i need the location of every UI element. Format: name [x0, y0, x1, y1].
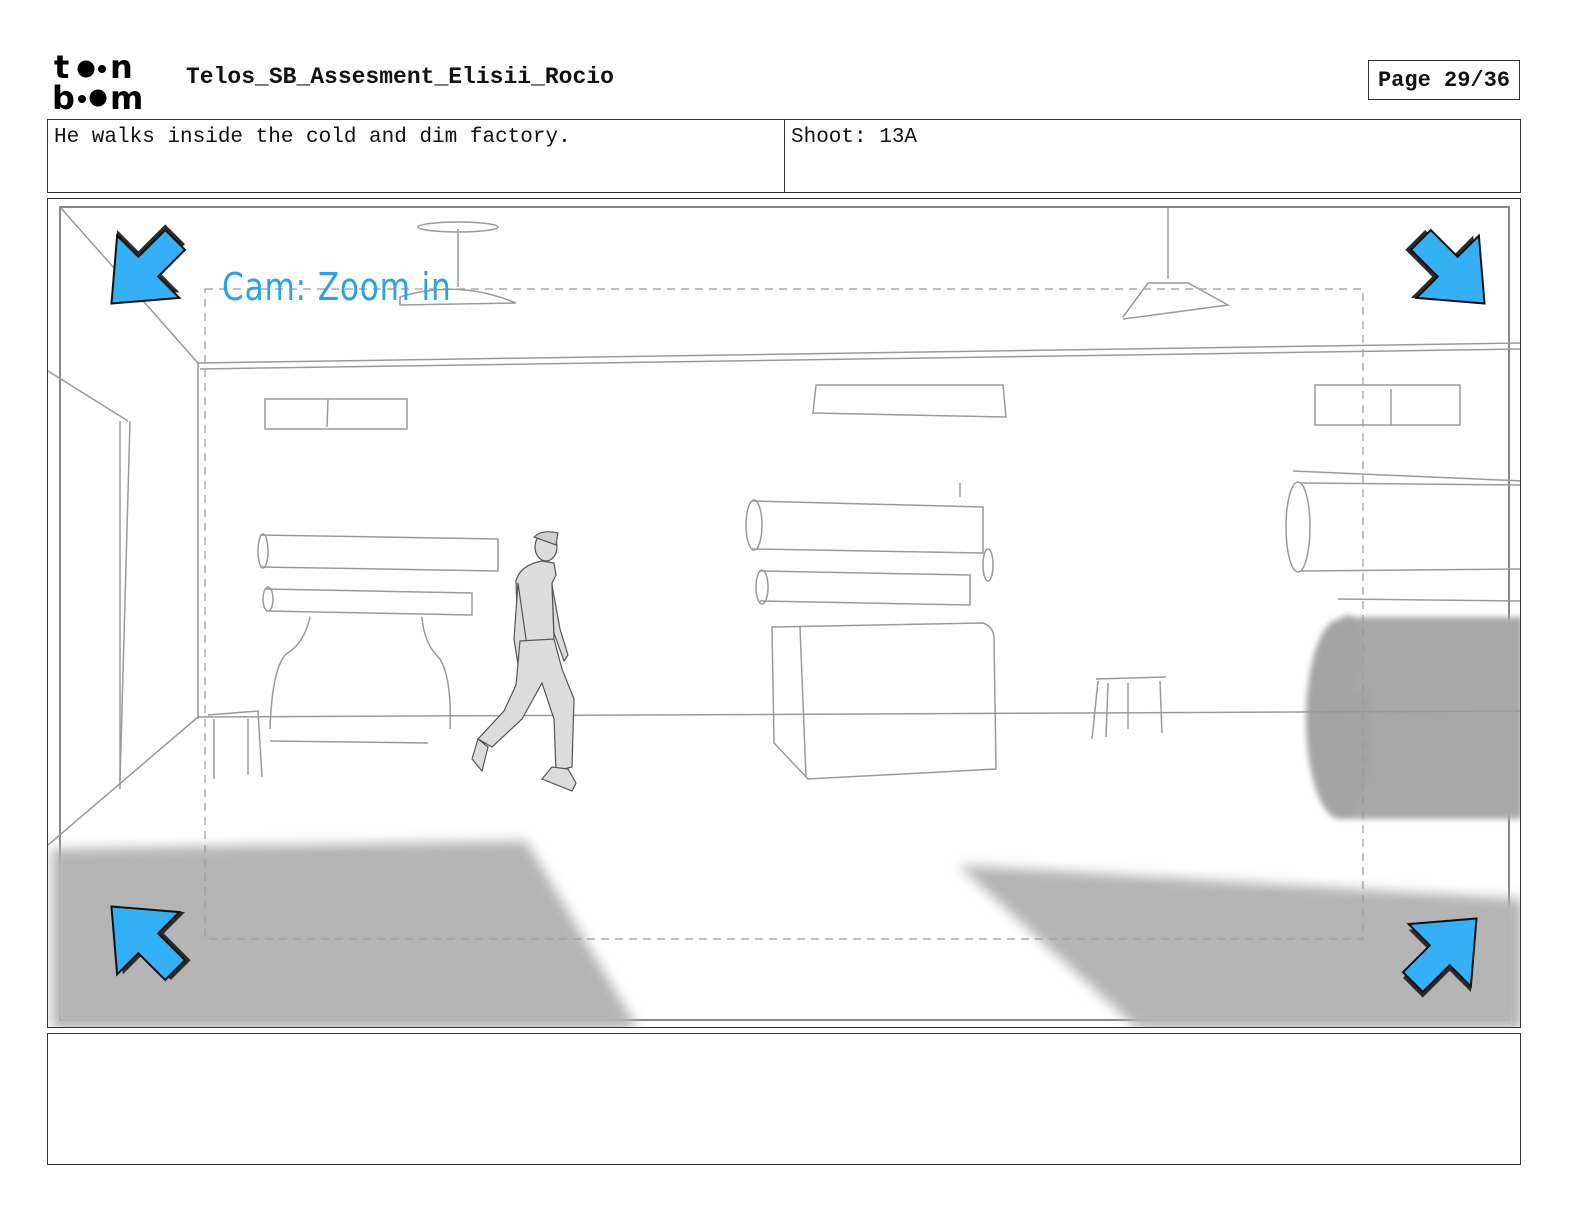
svg-text:b: b: [52, 79, 75, 112]
foreground-pipes: [1306, 615, 1520, 819]
panel-notes-box: [47, 1033, 1521, 1165]
shot-number: Shoot: 13A: [791, 126, 918, 149]
panel-drawing: [48, 206, 1520, 1027]
project-title: Telos_SB_Assesment_Elisii_Rocio: [186, 64, 614, 90]
camera-note: Cam: Zoom in: [222, 265, 452, 309]
page-indicator: Page 29/36: [1368, 60, 1520, 100]
storyboard-panel: Cam: Zoom in: [47, 198, 1521, 1028]
toonboom-logo: t n b m: [52, 48, 164, 117]
action-description: He walks inside the cold and dim factory…: [48, 120, 785, 192]
panel-info-row: He walks inside the cold and dim factory…: [47, 119, 1521, 193]
svg-text:m: m: [110, 79, 143, 112]
